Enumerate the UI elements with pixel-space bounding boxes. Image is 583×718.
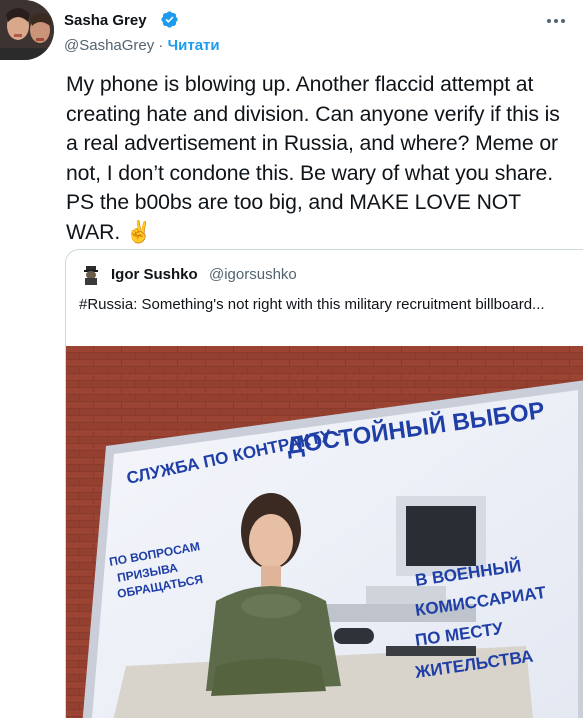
handle-separator: ·: [154, 37, 168, 54]
quoted-tweet-card[interactable]: Igor Sushko @igorsushko #Russia: Somethi…: [65, 249, 583, 718]
quoted-author-handle[interactable]: @igorsushko: [209, 266, 297, 283]
author-avatar[interactable]: [0, 0, 54, 60]
more-options-icon[interactable]: [545, 14, 567, 28]
quoted-tweet-text: #Russia: Something's not right with this…: [79, 296, 545, 313]
quoted-author-avatar: [80, 264, 102, 286]
follow-button[interactable]: Читати: [168, 37, 220, 54]
quoted-author-name[interactable]: Igor Sushko: [111, 266, 198, 283]
tweet-header: Sasha Grey @SashaGrey · Читати: [0, 0, 583, 64]
handle-line: @SashaGrey · Читати: [64, 37, 220, 54]
verified-badge-icon: [161, 11, 178, 28]
quoted-tweet-image[interactable]: СЛУЖБА ПО КОНТРАКТУ - ДОСТОЙНЫЙ ВЫБОР ПО В…: [66, 346, 583, 718]
tweet-text: My phone is blowing up. Another flaccid …: [66, 73, 560, 244]
author-name[interactable]: Sasha Grey: [64, 12, 147, 29]
author-handle[interactable]: @SashaGrey: [64, 37, 154, 54]
